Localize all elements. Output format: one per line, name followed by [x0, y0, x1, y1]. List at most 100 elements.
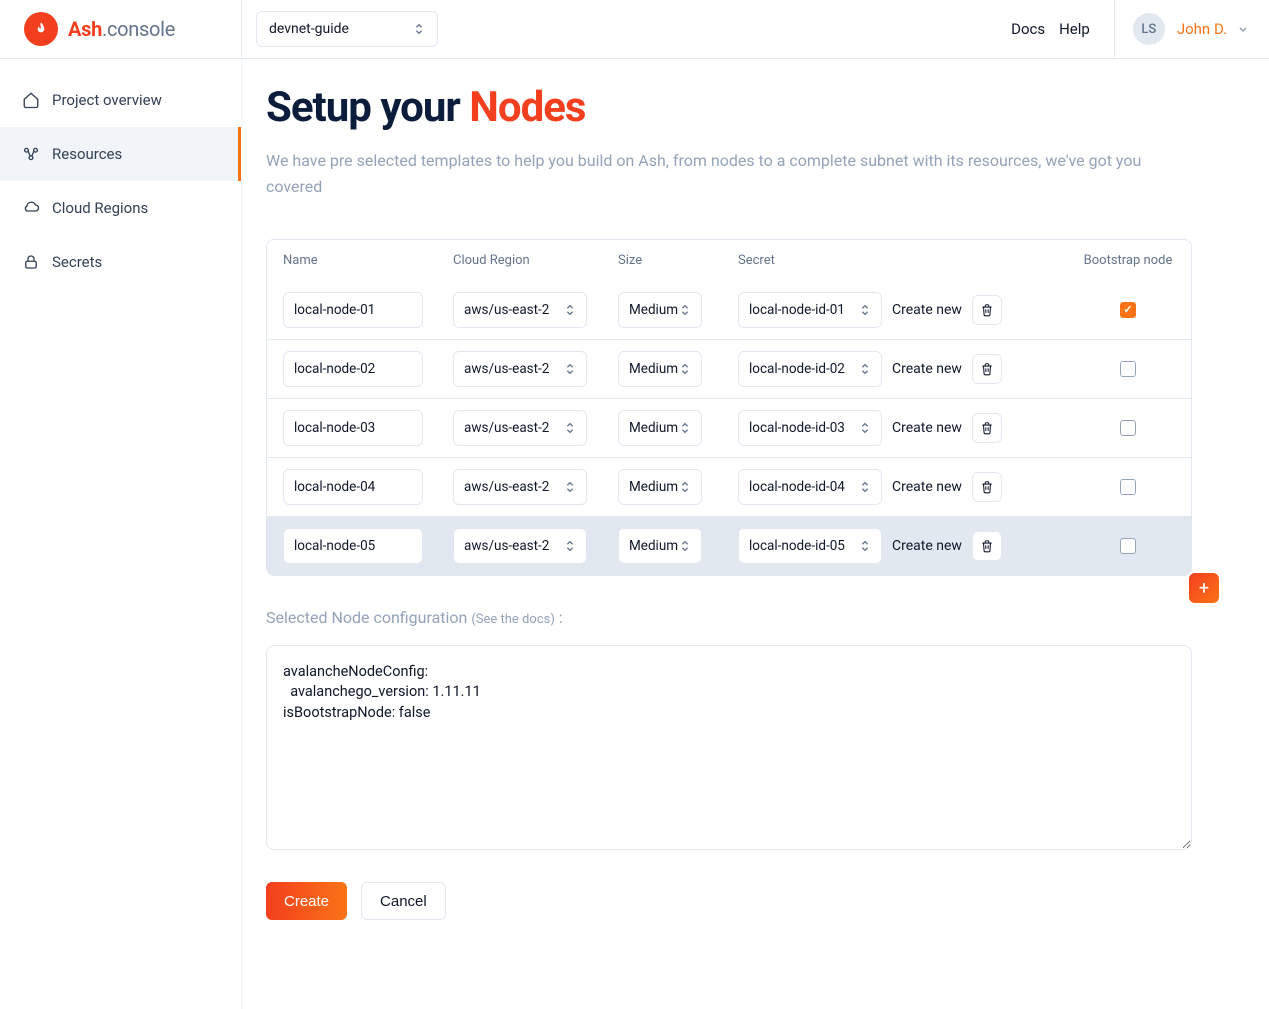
col-size: Size [618, 253, 738, 268]
trash-icon [980, 539, 994, 553]
user-menu[interactable]: LS John D. [1114, 0, 1269, 58]
size-select[interactable]: Medium [618, 351, 702, 387]
create-new-link[interactable]: Create new [892, 302, 962, 318]
chevrons-icon [859, 480, 871, 494]
chevrons-icon [413, 22, 425, 36]
col-name: Name [283, 253, 453, 268]
name-input[interactable]: local-node-02 [283, 351, 423, 387]
help-link[interactable]: Help [1059, 20, 1090, 38]
bootstrap-checkbox[interactable] [1120, 361, 1136, 377]
table-row: local-node-04 aws/us-east-2 Medium local-no… [267, 457, 1191, 516]
table-row: local-node-03 aws/us-east-2 Medium local-no… [267, 398, 1191, 457]
project-selected-label: devnet-guide [269, 21, 349, 37]
chevrons-icon [679, 539, 691, 553]
bootstrap-checkbox[interactable] [1120, 302, 1136, 318]
name-input[interactable]: local-node-04 [283, 469, 423, 505]
name-input[interactable]: local-node-03 [283, 410, 423, 446]
sidebar-item-label: Cloud Regions [52, 199, 148, 217]
table-row: local-node-02 aws/us-east-2 Medium local-no… [267, 339, 1191, 398]
docs-link[interactable]: Docs [1011, 20, 1045, 38]
trash-icon [980, 362, 994, 376]
project-selector[interactable]: devnet-guide [256, 11, 438, 47]
chevrons-icon [859, 539, 871, 553]
sidebar-item-label: Project overview [52, 91, 162, 109]
page-subtitle: We have pre selected templates to help y… [266, 148, 1192, 199]
home-icon [22, 91, 40, 109]
delete-row-button[interactable] [972, 531, 1002, 561]
secret-select[interactable]: local-node-id-03 [738, 410, 882, 446]
create-new-link[interactable]: Create new [892, 479, 962, 495]
col-bootstrap: Bootstrap node [1058, 253, 1192, 268]
size-select[interactable]: Medium [618, 292, 702, 328]
secret-select[interactable]: local-node-id-02 [738, 351, 882, 387]
sidebar-item-label: Resources [52, 145, 122, 163]
table-row: local-node-05 aws/us-east-2 Medium local-no… [267, 516, 1191, 575]
col-secret: Secret [738, 253, 1058, 268]
chevrons-icon [564, 303, 576, 317]
secret-select[interactable]: local-node-id-04 [738, 469, 882, 505]
resources-icon [22, 145, 40, 163]
create-new-link[interactable]: Create new [892, 538, 962, 554]
cloud-icon [22, 199, 40, 217]
config-label: Selected Node configuration (See the doc… [266, 608, 1192, 627]
size-select[interactable]: Medium [618, 410, 702, 446]
chevrons-icon [679, 362, 691, 376]
table-header: Name Cloud Region Size Secret Bootstrap … [267, 240, 1191, 280]
config-textarea[interactable] [266, 645, 1192, 850]
delete-row-button[interactable] [972, 295, 1002, 325]
sidebar-item-secrets[interactable]: Secrets [0, 235, 241, 289]
trash-icon [980, 480, 994, 494]
region-select[interactable]: aws/us-east-2 [453, 469, 587, 505]
region-select[interactable]: aws/us-east-2 [453, 292, 587, 328]
chevrons-icon [679, 480, 691, 494]
region-select[interactable]: aws/us-east-2 [453, 410, 587, 446]
add-row-button[interactable]: + [1189, 573, 1219, 603]
sidebar-item-label: Secrets [52, 253, 102, 271]
nodes-table: Name Cloud Region Size Secret Bootstrap … [266, 239, 1192, 576]
delete-row-button[interactable] [972, 413, 1002, 443]
bootstrap-checkbox[interactable] [1120, 479, 1136, 495]
logo[interactable]: Ash.console [0, 0, 242, 58]
size-select[interactable]: Medium [618, 469, 702, 505]
avatar: LS [1133, 13, 1165, 45]
chevrons-icon [564, 421, 576, 435]
table-row: local-node-01 aws/us-east-2 Medium local-no… [267, 280, 1191, 339]
delete-row-button[interactable] [972, 354, 1002, 384]
trash-icon [980, 303, 994, 317]
region-select[interactable]: aws/us-east-2 [453, 528, 587, 564]
region-select[interactable]: aws/us-east-2 [453, 351, 587, 387]
sidebar: Project overview Resources Cloud Regions… [0, 59, 242, 1009]
chevrons-icon [859, 362, 871, 376]
trash-icon [980, 421, 994, 435]
col-region: Cloud Region [453, 253, 618, 268]
chevrons-icon [564, 539, 576, 553]
secret-select[interactable]: local-node-id-05 [738, 528, 882, 564]
sidebar-item-resources[interactable]: Resources [0, 127, 241, 181]
create-new-link[interactable]: Create new [892, 420, 962, 436]
main-content: Setup your Nodes We have pre selected te… [242, 59, 1242, 1009]
size-select[interactable]: Medium [618, 528, 702, 564]
chevron-down-icon [1237, 23, 1249, 35]
flame-icon [24, 12, 58, 46]
bootstrap-checkbox[interactable] [1120, 538, 1136, 554]
secret-select[interactable]: local-node-id-01 [738, 292, 882, 328]
sidebar-item-cloud-regions[interactable]: Cloud Regions [0, 181, 241, 235]
see-docs-link[interactable]: (See the docs) [471, 612, 555, 627]
chevrons-icon [679, 303, 691, 317]
user-name: John D. [1177, 20, 1227, 38]
brand-text: Ash.console [68, 17, 175, 41]
chevrons-icon [564, 362, 576, 376]
chevrons-icon [564, 480, 576, 494]
bootstrap-checkbox[interactable] [1120, 420, 1136, 436]
lock-icon [22, 253, 40, 271]
create-button[interactable]: Create [266, 882, 347, 920]
topbar: Ash.console devnet-guide Docs Help LS Jo… [0, 0, 1269, 59]
name-input[interactable]: local-node-05 [283, 528, 423, 564]
cancel-button[interactable]: Cancel [361, 882, 446, 920]
create-new-link[interactable]: Create new [892, 361, 962, 377]
chevrons-icon [679, 421, 691, 435]
sidebar-item-project-overview[interactable]: Project overview [0, 73, 241, 127]
name-input[interactable]: local-node-01 [283, 292, 423, 328]
page-title: Setup your Nodes [266, 83, 1192, 132]
delete-row-button[interactable] [972, 472, 1002, 502]
